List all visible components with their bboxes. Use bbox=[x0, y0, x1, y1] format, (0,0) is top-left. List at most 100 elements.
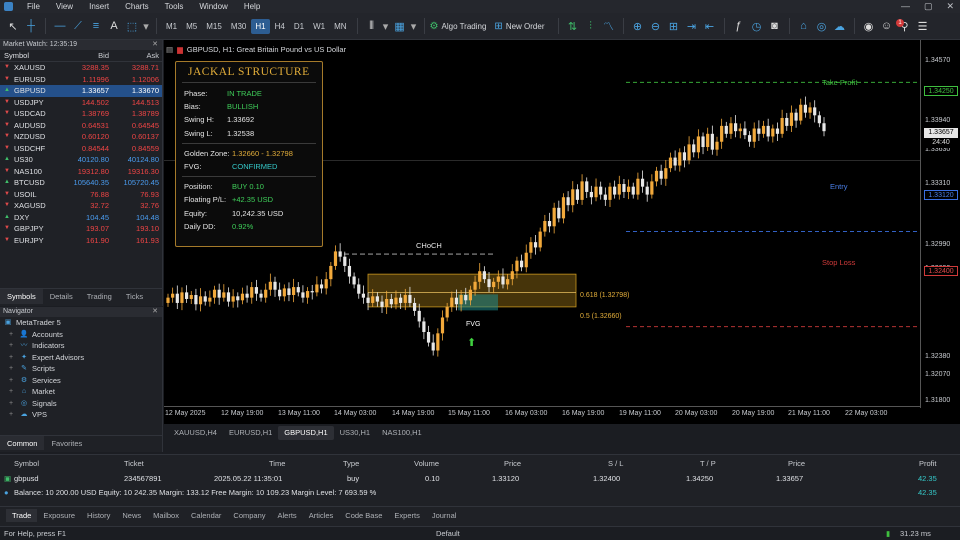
depth-icon[interactable]: ⇅ bbox=[564, 20, 582, 33]
tab-alerts[interactable]: Alerts bbox=[272, 509, 303, 522]
market-watch-row[interactable]: ▼ XAGUSD 32.72 32.76 bbox=[0, 200, 162, 212]
market-watch-row[interactable]: ▲ BTCUSD 105640.35 105720.45 bbox=[0, 177, 162, 189]
th-price[interactable]: Price bbox=[504, 458, 521, 469]
menu-tools[interactable]: Tools bbox=[165, 2, 184, 11]
tile-icon[interactable]: ⊞ bbox=[665, 20, 683, 33]
chart-tab-eurusd[interactable]: EURUSD,H1 bbox=[223, 426, 278, 440]
tab-calendar[interactable]: Calendar bbox=[185, 509, 227, 522]
nav-item-market[interactable]: + ⌂ Market bbox=[0, 386, 162, 398]
templates-icon[interactable]: ▦ bbox=[391, 20, 409, 33]
nav-item-indicators[interactable]: + 〰 Indicators bbox=[0, 340, 162, 352]
tf-w1[interactable]: W1 bbox=[309, 19, 329, 34]
tab-favorites[interactable]: Favorites bbox=[44, 436, 89, 450]
expand-icon[interactable]: + bbox=[6, 375, 16, 387]
menu-help[interactable]: Help bbox=[244, 2, 260, 11]
scroll-icon[interactable]: ⇥ bbox=[683, 20, 701, 33]
tf-mn[interactable]: MN bbox=[330, 19, 350, 34]
new-order-button[interactable]: ⊞ New Order bbox=[494, 21, 544, 32]
market-watch-row[interactable]: ▼ USOIL 76.88 76.93 bbox=[0, 189, 162, 201]
algo-trading-button[interactable]: ⚙ Algo Trading bbox=[430, 21, 487, 32]
zoom-in-icon[interactable]: ⊕ bbox=[629, 20, 647, 33]
market-watch-row[interactable]: ▲ DXY 104.45 104.48 bbox=[0, 212, 162, 224]
minimize-icon[interactable]: — bbox=[901, 1, 910, 12]
market-watch-row[interactable]: ▼ EURUSD 1.11996 1.12006 bbox=[0, 74, 162, 86]
nav-item-expert-advisors[interactable]: + ✦ Expert Advisors bbox=[0, 352, 162, 364]
tab-articles[interactable]: Articles bbox=[303, 509, 340, 522]
tab-code-base[interactable]: Code Base bbox=[339, 509, 388, 522]
shapes-icon[interactable]: ⬚ bbox=[123, 20, 141, 33]
expand-icon[interactable]: + bbox=[6, 386, 16, 398]
text-icon[interactable]: A bbox=[105, 20, 123, 32]
nav-item-vps[interactable]: + ☁ VPS bbox=[0, 409, 162, 421]
expand-icon[interactable]: + bbox=[6, 329, 16, 341]
channel-icon[interactable]: ≡ bbox=[87, 20, 105, 32]
tf-d1[interactable]: D1 bbox=[290, 19, 308, 34]
chart-tab-xauusd[interactable]: XAUUSD,H4 bbox=[168, 426, 223, 440]
expand-icon[interactable]: + bbox=[6, 363, 16, 375]
tab-experts[interactable]: Experts bbox=[388, 509, 425, 522]
signals-icon[interactable]: ◎ bbox=[813, 20, 831, 33]
crosshair-icon[interactable]: ┼ bbox=[22, 20, 40, 32]
market-watch-row[interactable]: ▲ GBPUSD 1.33657 1.33670 bbox=[0, 85, 162, 97]
tab-trade[interactable]: Trade bbox=[6, 508, 38, 522]
zoom-out-icon[interactable]: ⊖ bbox=[647, 20, 665, 33]
account-icon[interactable]: ☺ bbox=[878, 20, 896, 32]
nav-item-scripts[interactable]: + ✎ Scripts bbox=[0, 363, 162, 375]
tab-exposure[interactable]: Exposure bbox=[37, 509, 81, 522]
tf-m1[interactable]: M1 bbox=[162, 19, 181, 34]
th-tp[interactable]: T / P bbox=[700, 458, 716, 469]
menu-file[interactable]: File bbox=[27, 2, 40, 11]
tf-h1[interactable]: H1 bbox=[251, 18, 270, 34]
market-watch-row[interactable]: ▼ AUDUSD 0.64531 0.64545 bbox=[0, 120, 162, 132]
indicators-icon[interactable]: ƒ bbox=[730, 20, 748, 32]
chart-tab-us30[interactable]: US30,H1 bbox=[334, 426, 376, 440]
chart-window[interactable]: 1.345701.339401.336301.333101.329901.326… bbox=[164, 40, 960, 424]
menu-window[interactable]: Window bbox=[199, 2, 227, 11]
maximize-icon[interactable]: ▢ bbox=[924, 1, 933, 12]
shift-icon[interactable]: ⇤ bbox=[701, 20, 719, 33]
th-volume[interactable]: Volume bbox=[414, 458, 439, 469]
th-type[interactable]: Type bbox=[343, 458, 359, 469]
th-sl[interactable]: S / L bbox=[608, 458, 623, 469]
col-ask[interactable]: Ask bbox=[109, 50, 159, 61]
th-profit[interactable]: Profit bbox=[919, 458, 937, 469]
col-symbol[interactable]: Symbol bbox=[0, 50, 64, 61]
hline-icon[interactable]: ― bbox=[51, 20, 69, 32]
expand-icon[interactable]: + bbox=[6, 352, 16, 364]
chart-type-icon[interactable]: ⫴ bbox=[363, 20, 381, 33]
expand-icon[interactable]: + bbox=[6, 409, 16, 421]
market-watch-row[interactable]: ▼ GBPJPY 193.07 193.10 bbox=[0, 223, 162, 235]
tab-journal[interactable]: Journal bbox=[426, 509, 463, 522]
cursor-icon[interactable]: ↖ bbox=[4, 20, 22, 33]
tab-history[interactable]: History bbox=[81, 509, 116, 522]
tf-m5[interactable]: M5 bbox=[182, 19, 201, 34]
tab-company[interactable]: Company bbox=[227, 509, 271, 522]
dropdown-icon[interactable]: ▾ bbox=[381, 20, 391, 33]
trendline-icon[interactable]: ⟋ bbox=[69, 20, 87, 33]
tab-details[interactable]: Details bbox=[43, 289, 80, 304]
market-watch-row[interactable]: ▼ NAS100 19312.80 19316.30 bbox=[0, 166, 162, 178]
periods-icon[interactable]: ◷ bbox=[748, 20, 766, 33]
market-watch-row[interactable]: ▼ USDJPY 144.502 144.513 bbox=[0, 97, 162, 109]
th-symbol[interactable]: Symbol bbox=[14, 458, 39, 469]
market-watch-row[interactable]: ▼ USDCAD 1.38769 1.38789 bbox=[0, 108, 162, 120]
dropdown-icon[interactable]: ▾ bbox=[409, 20, 419, 33]
market-watch-row[interactable]: ▼ EURJPY 161.90 161.93 bbox=[0, 235, 162, 247]
close-icon[interactable]: ✕ bbox=[946, 1, 954, 12]
dropdown-icon[interactable]: ▾ bbox=[141, 20, 151, 33]
col-bid[interactable]: Bid bbox=[64, 50, 109, 61]
nav-root[interactable]: ▣ MetaTrader 5 bbox=[0, 317, 162, 329]
nav-item-services[interactable]: + ⚙ Services bbox=[0, 375, 162, 387]
nav-item-signals[interactable]: + ◎ Signals bbox=[0, 398, 162, 410]
tab-ticks[interactable]: Ticks bbox=[119, 289, 150, 304]
market-watch-row[interactable]: ▼ USDCHF 0.84544 0.84559 bbox=[0, 143, 162, 155]
th-ticket[interactable]: Ticket bbox=[124, 458, 144, 469]
notifications-icon[interactable]: ◉ bbox=[860, 20, 878, 33]
th-time[interactable]: Time bbox=[269, 458, 285, 469]
chart-tab-nas100[interactable]: NAS100,H1 bbox=[376, 426, 428, 440]
tf-m30[interactable]: M30 bbox=[227, 19, 251, 34]
menu-icon[interactable]: ☰ bbox=[914, 20, 932, 33]
menu-charts[interactable]: Charts bbox=[125, 2, 149, 11]
market-icon[interactable]: ⌂ bbox=[795, 20, 813, 32]
tab-common[interactable]: Common bbox=[0, 436, 45, 450]
